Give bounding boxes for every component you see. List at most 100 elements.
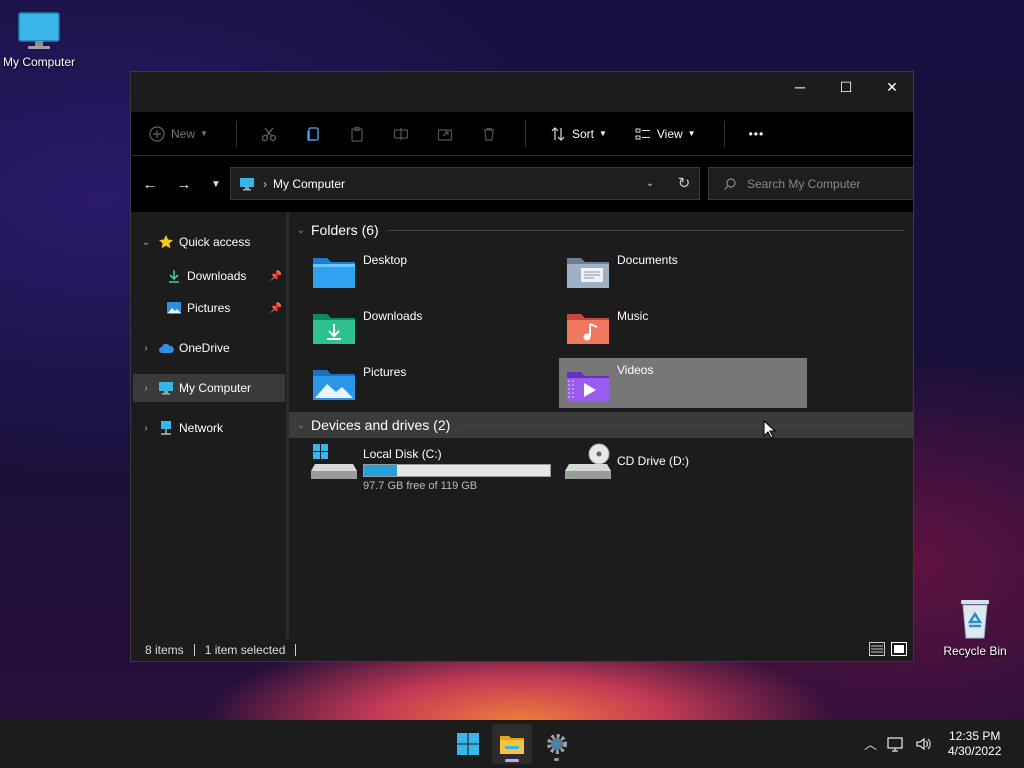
computer-icon xyxy=(18,12,60,49)
copy-icon xyxy=(307,126,319,141)
chevron-down-icon[interactable]: ⌄ xyxy=(291,225,311,236)
new-button[interactable]: New ▼ xyxy=(149,125,208,142)
computer-icon xyxy=(240,177,254,190)
status-divider xyxy=(295,644,297,656)
cd-drive-icon xyxy=(565,443,611,479)
sort-button[interactable]: Sort ▼ xyxy=(550,126,607,142)
clock-time: 12:35 PM xyxy=(949,729,1001,743)
sidebar-item-downloads[interactable]: Downloads 📌 xyxy=(131,262,286,290)
folders-group-header[interactable]: ⌄ Folders (6) xyxy=(289,217,913,243)
share-icon xyxy=(437,128,453,141)
start-button[interactable] xyxy=(448,724,488,764)
view-button[interactable]: View ▼ xyxy=(635,126,696,142)
delete-button[interactable] xyxy=(481,126,497,142)
large-icons-view-icon xyxy=(891,642,907,656)
see-more-button[interactable]: ••• xyxy=(749,127,765,141)
details-view-icon xyxy=(869,642,885,656)
chevron-down-icon[interactable]: ⌄ xyxy=(291,420,311,431)
desktop-folder-icon xyxy=(313,258,355,288)
sidebar-item-label: OneDrive xyxy=(179,341,230,355)
folder-music[interactable]: Music xyxy=(559,304,807,354)
forward-button[interactable]: → xyxy=(167,169,201,199)
drive-usage-bar xyxy=(363,464,551,477)
start-icon xyxy=(457,733,479,755)
folder-documents[interactable]: Documents xyxy=(559,248,807,298)
active-app-indicator xyxy=(505,759,519,762)
sidebar-item-pictures[interactable]: Pictures 📌 xyxy=(131,294,286,322)
minimize-button[interactable]: ─ xyxy=(777,72,823,102)
layout-switcher xyxy=(869,642,907,659)
chevron-down-icon: ▼ xyxy=(211,178,221,190)
folder-pictures[interactable]: Pictures xyxy=(305,360,553,410)
desktop-icon-label: Recycle Bin xyxy=(943,644,1007,658)
sidebar-item-label: Pictures xyxy=(187,301,231,315)
close-button[interactable]: ✕ xyxy=(869,72,915,102)
drive-name: CD Drive (D:) xyxy=(617,454,689,468)
recent-locations-button[interactable]: ▼ xyxy=(201,169,231,199)
status-item-count: 8 items xyxy=(145,643,184,657)
folder-name: Documents xyxy=(617,253,678,267)
toolbar-divider xyxy=(723,120,725,147)
folder-downloads[interactable]: Downloads xyxy=(305,304,553,354)
devices-group-header[interactable]: ⌄ Devices and drives (2) xyxy=(289,412,913,438)
folder-desktop[interactable]: Desktop xyxy=(305,248,553,298)
address-history-button[interactable]: ⌄ xyxy=(638,169,662,197)
volume-icon[interactable] xyxy=(915,736,933,752)
refresh-button[interactable]: ↻ xyxy=(672,169,696,197)
network-icon[interactable] xyxy=(887,736,905,752)
cloud-icon xyxy=(157,340,175,356)
recycle-bin-icon xyxy=(961,600,989,639)
rename-button[interactable] xyxy=(393,126,409,142)
file-explorer-icon xyxy=(500,736,524,754)
folder-name: Downloads xyxy=(363,309,423,323)
network-icon xyxy=(157,420,175,436)
sidebar-item-quick-access[interactable]: ⌄ Quick access xyxy=(133,228,286,256)
chevron-right-icon[interactable]: › xyxy=(135,343,157,354)
toolbar-divider xyxy=(235,120,237,147)
arrow-right-icon: → xyxy=(176,175,192,193)
copy-button[interactable] xyxy=(305,126,321,142)
cut-button[interactable] xyxy=(261,126,277,142)
show-hidden-icons-button[interactable]: ︿ xyxy=(864,734,877,753)
drive-cd-d[interactable]: CD Drive (D:) xyxy=(559,442,689,490)
chevron-down-icon[interactable]: ⌄ xyxy=(135,237,157,248)
title-bar[interactable]: ─ ☐ ✕ xyxy=(131,72,913,112)
desktop-icon-recycle-bin[interactable]: Recycle Bin xyxy=(933,596,1017,658)
system-tray: ︿ xyxy=(864,734,933,753)
folder-videos[interactable]: Videos xyxy=(559,358,807,408)
breadcrumb-current[interactable]: My Computer xyxy=(273,177,345,191)
trash-icon xyxy=(483,127,494,141)
search-input[interactable]: Search My Computer xyxy=(708,167,914,200)
back-button[interactable]: ← xyxy=(133,169,167,199)
taskbar-clock[interactable]: 12:35 PM 4/30/2022 xyxy=(948,729,1001,759)
desktop-icon-my-computer[interactable]: My Computer xyxy=(0,8,81,69)
group-title: Folders (6) xyxy=(311,222,379,238)
drive-name: Local Disk (C:) xyxy=(363,447,442,461)
taskbar-settings[interactable] xyxy=(537,724,577,764)
pictures-icon xyxy=(165,300,183,316)
drive-local-disk-c[interactable]: Local Disk (C:) 97.7 GB free of 119 GB xyxy=(305,442,551,492)
sidebar-item-my-computer[interactable]: › My Computer xyxy=(133,374,285,402)
chevron-right-icon[interactable]: › xyxy=(135,423,157,434)
large-icons-view-button[interactable] xyxy=(891,642,907,659)
address-field[interactable]: › My Computer xyxy=(230,167,700,200)
new-label: New xyxy=(171,126,196,141)
sidebar-item-onedrive[interactable]: › OneDrive xyxy=(133,334,286,362)
sidebar-item-network[interactable]: › Network xyxy=(133,414,286,442)
details-view-button[interactable] xyxy=(869,642,885,659)
desktop-icon-label: My Computer xyxy=(2,55,76,69)
running-app-indicator xyxy=(554,758,559,761)
maximize-button[interactable]: ☐ xyxy=(823,72,869,102)
downloads-folder-icon xyxy=(313,314,355,344)
chevron-down-icon: ▼ xyxy=(200,129,208,138)
sidebar-item-label: My Computer xyxy=(179,381,252,395)
more-icon: ••• xyxy=(748,126,765,141)
paste-button[interactable] xyxy=(349,126,365,142)
chevron-right-icon[interactable]: › xyxy=(135,383,157,394)
sidebar-item-label: Network xyxy=(179,421,224,435)
sort-icon xyxy=(550,126,566,142)
taskbar-file-explorer[interactable] xyxy=(492,724,532,764)
file-explorer-window: ─ ☐ ✕ New ▼ Sort ▼ View ▼ ••• ← → ▼ › My… xyxy=(130,71,914,662)
status-bar: 8 items 1 item selected xyxy=(131,639,913,661)
share-button[interactable] xyxy=(437,126,453,142)
